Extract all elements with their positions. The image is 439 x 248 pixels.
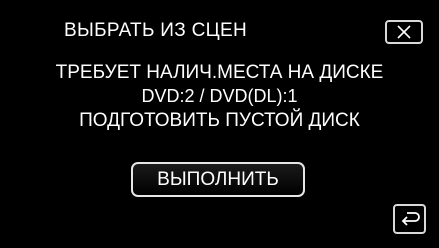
message-line-3: ПОДГОТОВИТЬ ПУСТОЙ ДИСК [79, 110, 360, 131]
message-line-2: DVD:2 / DVD(DL):1 [141, 86, 298, 106]
return-arrow-icon [399, 210, 421, 228]
execute-button-label: ВЫПОЛНИТЬ [157, 168, 279, 190]
close-icon [396, 24, 412, 40]
close-button[interactable] [385, 20, 423, 44]
dialog-title: ВЫБРАТЬ ИЗ СЦЕН [64, 20, 247, 41]
back-button[interactable] [393, 204, 426, 234]
dialog-screen: ВЫБРАТЬ ИЗ СЦЕН ТРЕБУЕТ НАЛИЧ.МЕСТА НА Д… [0, 0, 439, 248]
execute-button[interactable]: ВЫПОЛНИТЬ [131, 162, 305, 197]
message-line-1: ТРЕБУЕТ НАЛИЧ.МЕСТА НА ДИСКЕ [55, 62, 384, 83]
